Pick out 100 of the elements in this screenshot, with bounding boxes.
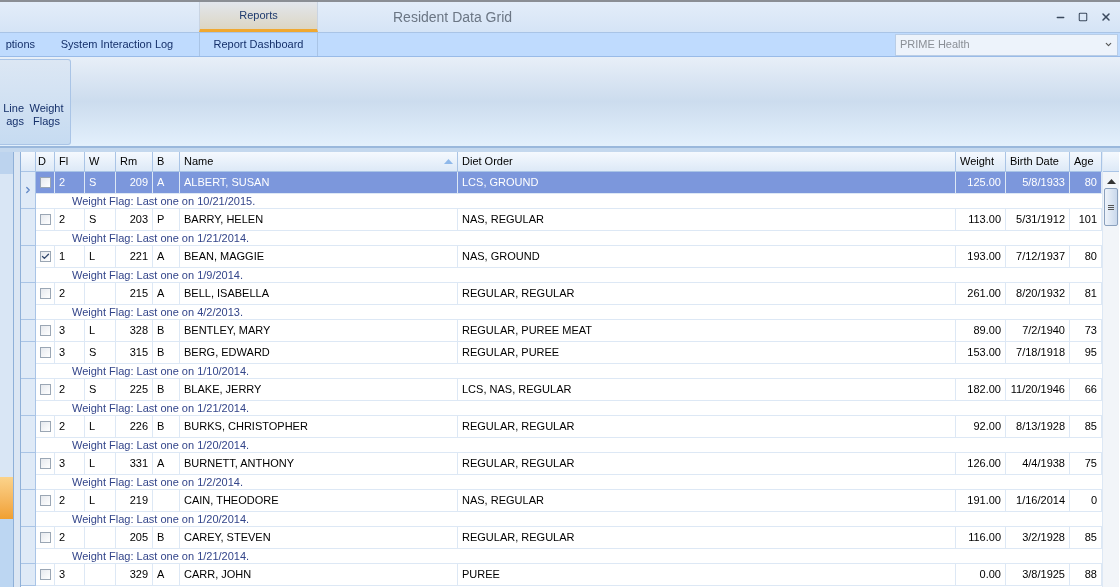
row-header[interactable] [21,379,36,416]
checkbox[interactable] [39,495,51,506]
checkbox[interactable] [39,384,51,395]
column-header[interactable]: D [36,152,55,171]
checkbox[interactable] [39,177,51,188]
column-header[interactable]: Name [180,152,458,171]
table-row[interactable]: 2 L 226 B BURKS, CHRISTOPHER REGULAR, REGULAR 92.00 8/13/1928 85 [36,416,1102,438]
table-cell-text: 0.00 [979,567,1001,583]
scroll-thumb[interactable] [1104,188,1118,226]
row-header[interactable] [21,490,36,527]
row-header[interactable] [21,172,36,209]
table-cell-text: 4/4/1938 [1022,456,1065,472]
table-cell-text: 221 [129,249,148,265]
table-cell-text: L [89,456,96,472]
checkbox[interactable] [39,458,51,469]
column-header[interactable]: Rm [116,152,153,171]
table-cell-text: BURNETT, ANTHONY [184,456,294,472]
ribbon-button[interactable]: Weight Flags [24,102,69,128]
column-header[interactable]: W [85,152,116,171]
table-cell-text: 182.00 [967,382,1001,398]
row-header[interactable] [21,527,36,564]
row-header[interactable] [21,209,36,246]
table-cell-text: L [89,323,96,339]
table-row[interactable]: 2 S 225 B BLAKE, JERRY LCS, NAS, REGULAR 182.00 11/20/1946 66 [36,379,1102,401]
column-header[interactable]: Diet Order [458,152,956,171]
table-row[interactable]: 3 L 331 A BURNETT, ANTHONY REGULAR, REGULAR 126.00 4/4/1938 75 [36,453,1102,475]
row-header[interactable] [21,283,36,320]
navigation-button[interactable] [0,477,13,519]
table-row[interactable]: 2 215 A BELL, ISABELLA REGULAR, REGULAR 261.00 8/20/1932 81 [36,283,1102,305]
table-cell-text: BERG, EDWARD [184,345,270,361]
row-header[interactable] [21,564,36,586]
weight-flag-note: Weight Flag: Last one on 1/21/2014. [72,550,250,562]
table-cell-text: NAS, GROUND [462,249,540,265]
table-cell-text: L [89,493,96,509]
table-row[interactable]: 2 L 219 CAIN, THEODORE NAS, REGULAR 191.00 1/16/2014 0 [36,490,1102,512]
table-cell-text: BENTLEY, MARY [184,323,271,339]
table-cell-text: 2 [59,493,66,509]
checkbox[interactable] [39,347,51,358]
close-icon[interactable] [1100,11,1112,23]
row-header[interactable] [21,453,36,490]
table-cell-text: 209 [129,175,148,191]
table-cell-text: 116.00 [968,530,1001,546]
table-cell-text: 75 [1084,456,1097,472]
table-cell-text: S [89,212,97,228]
ribbon-button[interactable]: Line ags [0,102,24,128]
checkbox[interactable] [39,421,51,432]
table-row[interactable]: 3 L 328 B BENTLEY, MARY REGULAR, PUREE MEAT 89.00 7/2/1940 73 [36,320,1102,342]
row-header[interactable] [21,342,36,379]
table-cell-text: BLAKE, JERRY [184,382,262,398]
table-cell-text: 261.00 [967,286,1001,302]
table-cell-text: 8/13/1928 [1016,419,1065,435]
window-title: Resident Data Grid [393,7,513,27]
vertical-scrollbar[interactable] [1102,152,1119,587]
checkbox[interactable] [39,325,51,336]
checkbox[interactable] [39,251,51,262]
table-cell-text: 85 [1084,530,1097,546]
table-cell-text: 219 [129,493,148,509]
maximize-icon[interactable] [1078,12,1088,22]
table-cell-text: BEAN, MAGGIE [184,249,265,265]
ribbon-tab[interactable]: ptions [0,33,35,56]
ribbon-tab[interactable]: Report Dashboard [199,33,318,56]
table-cell-text: 7/2/1940 [1022,323,1065,339]
weight-flag-note: Weight Flag: Last one on 10/21/2015. [72,195,256,207]
column-header[interactable]: Birth Date [1006,152,1070,171]
column-header[interactable]: B [153,152,180,171]
table-cell-text: 193.00 [967,249,1001,265]
checkbox[interactable] [39,532,51,543]
column-header[interactable]: Fl [55,152,85,171]
table-cell-text: 8/20/1932 [1016,286,1065,302]
table-cell-text: 125.00 [967,175,1001,191]
table-cell-text: ALBERT, SUSAN [184,175,270,191]
checkbox[interactable] [39,288,51,299]
table-cell-text: P [157,212,165,228]
table-cell-text: 328 [129,323,148,339]
table-cell-text: 1/16/2014 [1016,493,1065,509]
table-row[interactable]: 2 205 B CAREY, STEVEN REGULAR, REGULAR 116.00 3/2/1928 85 [36,527,1102,549]
row-header[interactable] [21,416,36,453]
table-cell-text: 1 [59,249,66,265]
table-cell-text: 101 [1078,212,1097,228]
table-cell-text: B [157,345,165,361]
ribbon-tab[interactable]: System Interaction Log [35,33,199,56]
row-header[interactable] [21,320,36,342]
table-cell-text: 5/31/1912 [1016,212,1065,228]
table-cell-text: A [157,567,165,583]
table-row[interactable]: 3 S 315 B BERG, EDWARD REGULAR, PUREE 153.00 7/18/1918 95 [36,342,1102,364]
table-cell-text: A [157,175,165,191]
table-cell-text: CARR, JOHN [184,567,252,583]
scroll-up-icon[interactable] [1106,179,1116,184]
table-row[interactable]: 3 329 A CARR, JOHN PUREE 0.00 3/8/1925 88 [36,564,1102,586]
table-cell-text: 73 [1084,323,1097,339]
checkbox[interactable] [39,214,51,225]
table-row[interactable]: 1 L 221 A BEAN, MAGGIE NAS, GROUND 193.00 7/12/1937 80 [36,246,1102,268]
table-cell-text: L [89,419,96,435]
table-cell-text: 226 [129,419,148,435]
table-row[interactable]: 2 S 203 P BARRY, HELEN NAS, REGULAR 113.00 5/31/1912 101 [36,209,1102,231]
checkbox[interactable] [39,569,51,580]
context-tab[interactable]: Reports [199,2,318,32]
column-header[interactable]: Weight [956,152,1006,171]
table-cell-text: 215 [129,286,148,302]
table-cell-text: 85 [1084,419,1097,435]
